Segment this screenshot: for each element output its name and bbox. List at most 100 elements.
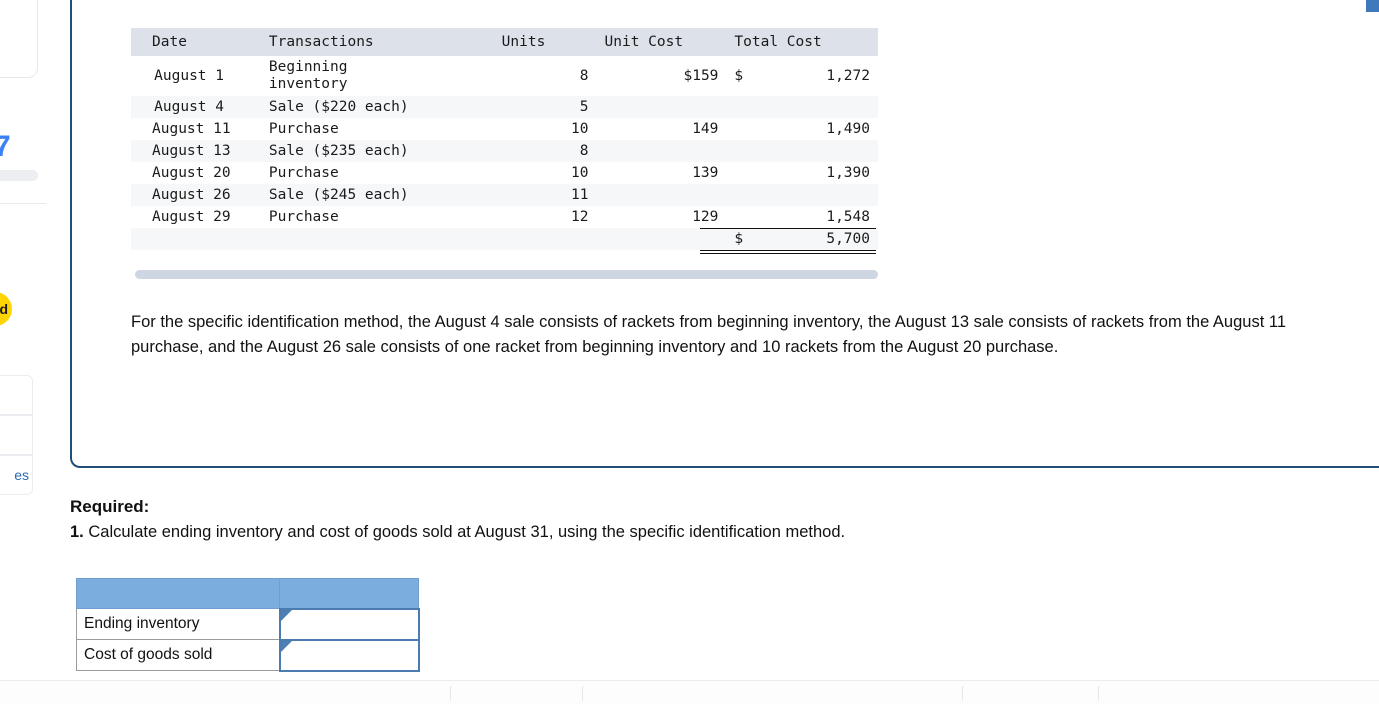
screen-root: 7 d es Date Transactions Units Unit Cost… — [0, 0, 1379, 704]
sidebar-counter-badge: 7 — [0, 130, 11, 163]
cell-units: 8 — [579, 143, 589, 160]
table-row: August 1 Beginning inventory 8 $159 $ 1,… — [131, 56, 878, 97]
cell-date: August 20 — [131, 162, 261, 184]
column-header-transactions: Transactions — [260, 28, 494, 56]
answer-table-header-row — [76, 578, 419, 609]
cell-unit-cost: $159 — [683, 68, 719, 85]
cell-currency-symbol — [726, 140, 758, 162]
answer-input-ending-inventory[interactable] — [278, 607, 420, 641]
cell-unit-cost — [597, 96, 727, 118]
table-row: August 13 Sale ($235 each) 8 — [131, 140, 878, 163]
cell-total-cost — [759, 140, 878, 162]
cell-date-text: August 20 — [152, 165, 231, 182]
cell-units: 11 — [571, 187, 589, 204]
cell-date: August 26 — [131, 184, 261, 206]
cell-empty-unit-cost — [597, 228, 727, 250]
cell-marker-triangle-icon — [280, 609, 292, 621]
answer-label-cost-of-goods-sold: Cost of goods sold — [76, 639, 280, 671]
cell-date: August 1 — [131, 56, 261, 96]
cell-date: August 11 — [131, 118, 261, 140]
cell-transaction: Purchase — [268, 209, 339, 226]
answer-table-row-cost-of-goods-sold: Cost of goods sold — [76, 638, 420, 672]
column-header-total-cost: Total Cost — [726, 28, 878, 56]
cell-currency-symbol — [726, 162, 758, 184]
cell-currency-symbol: $ — [734, 68, 744, 85]
cell-units: 10 — [571, 165, 589, 182]
cell-total-cost — [759, 184, 878, 206]
column-header-unit-cost: Unit Cost — [596, 28, 727, 56]
table-row: August 20 Purchase 10 139 1,390 — [131, 162, 878, 185]
sidebar-list-item-3[interactable]: es — [0, 455, 33, 495]
cell-total-cost: 1,272 — [826, 68, 870, 85]
column-header-units: Units — [493, 28, 597, 56]
answer-label-ending-inventory: Ending inventory — [76, 608, 280, 640]
answer-table-row-ending-inventory: Ending inventory — [76, 607, 420, 641]
sidebar-divider — [0, 203, 46, 204]
total-rule-double-right — [732, 250, 876, 255]
grand-total-text: 5,700 — [826, 231, 870, 248]
total-rule-single-right — [732, 228, 876, 230]
cell-transaction: Sale ($245 each) — [268, 187, 409, 204]
cell-transaction: Purchase — [268, 165, 339, 182]
table-total-row: $ 5,700 — [131, 228, 878, 255]
cell-date-text: August 11 — [152, 121, 231, 138]
cell-unit-cost — [597, 140, 727, 162]
sidebar-primary-button[interactable]: d — [0, 292, 12, 326]
bottom-bar-divider-2 — [582, 686, 583, 701]
cell-units: 12 — [571, 209, 589, 226]
bottom-bar-divider-1 — [450, 686, 451, 701]
answer-header-col-2 — [279, 578, 419, 609]
cell-currency-symbol — [726, 96, 758, 118]
sidebar-card-top-outer — [0, 0, 38, 78]
answer-input-cost-of-goods-sold[interactable] — [278, 638, 420, 672]
sidebar-list-item-1[interactable] — [0, 375, 33, 415]
cell-total-cost: 1,548 — [826, 209, 870, 226]
required-question-1: 1. Calculate ending inventory and cost o… — [70, 523, 845, 542]
cell-currency-symbol — [726, 206, 758, 228]
cell-transaction: Sale ($235 each) — [268, 143, 409, 160]
bottom-bar-divider-4 — [1098, 686, 1099, 701]
cell-empty-units — [494, 228, 597, 250]
cell-empty-transaction — [261, 228, 494, 250]
cell-unit-cost: 149 — [692, 121, 719, 138]
table-row: August 26 Sale ($245 each) 11 — [131, 184, 878, 207]
cell-date-text: August 4 — [154, 99, 224, 116]
total-currency-text: $ — [734, 231, 744, 248]
table-row: August 29 Purchase 12 129 1,548 — [131, 206, 878, 229]
cell-units: 5 — [579, 99, 589, 116]
narrative-text: For the specific identification method, … — [131, 313, 1287, 356]
table-row: August 11 Purchase 10 149 1,490 — [131, 118, 878, 141]
inventory-table-header-row: Date Transactions Units Unit Cost Total … — [131, 28, 878, 56]
top-right-indicator — [1366, 0, 1379, 12]
cell-currency-symbol — [726, 118, 758, 140]
bottom-bar — [0, 680, 1379, 704]
cell-date-text: August 13 — [152, 143, 231, 160]
cell-units: 10 — [571, 121, 589, 138]
answer-header-col-1 — [76, 578, 280, 609]
required-item-number: 1. — [70, 523, 84, 541]
cell-date: August 29 — [131, 206, 261, 228]
sidebar-list-item-2[interactable] — [0, 415, 33, 455]
cell-empty-date — [131, 228, 261, 250]
cell-total-cost: 1,390 — [826, 165, 870, 182]
table-horizontal-scrollbar[interactable] — [135, 270, 878, 279]
cell-total-cost: 1,490 — [826, 121, 870, 138]
cell-date-text: August 29 — [152, 209, 231, 226]
sidebar-placeholder-pill — [0, 170, 38, 181]
cell-grand-total: 5,700 — [732, 228, 878, 255]
table-row: August 4 Sale ($220 each) 5 — [131, 96, 878, 119]
cell-date-text: August 26 — [152, 187, 231, 204]
bottom-bar-divider-3 — [962, 686, 963, 701]
cell-date: August 4 — [131, 96, 261, 118]
inventory-table: Date Transactions Units Unit Cost Total … — [131, 28, 878, 255]
cell-total-cost — [759, 96, 878, 118]
cell-marker-triangle-icon — [280, 640, 292, 652]
cell-currency-symbol — [726, 184, 758, 206]
column-header-date: Date — [131, 28, 261, 56]
cell-transaction: Sale ($220 each) — [268, 99, 409, 116]
required-heading: Required: — [70, 497, 150, 516]
inventory-table-wrapper: Date Transactions Units Unit Cost Total … — [131, 28, 878, 255]
cell-units: 8 — [579, 68, 589, 85]
cell-date: August 13 — [131, 140, 261, 162]
cell-unit-cost: 129 — [692, 209, 719, 226]
